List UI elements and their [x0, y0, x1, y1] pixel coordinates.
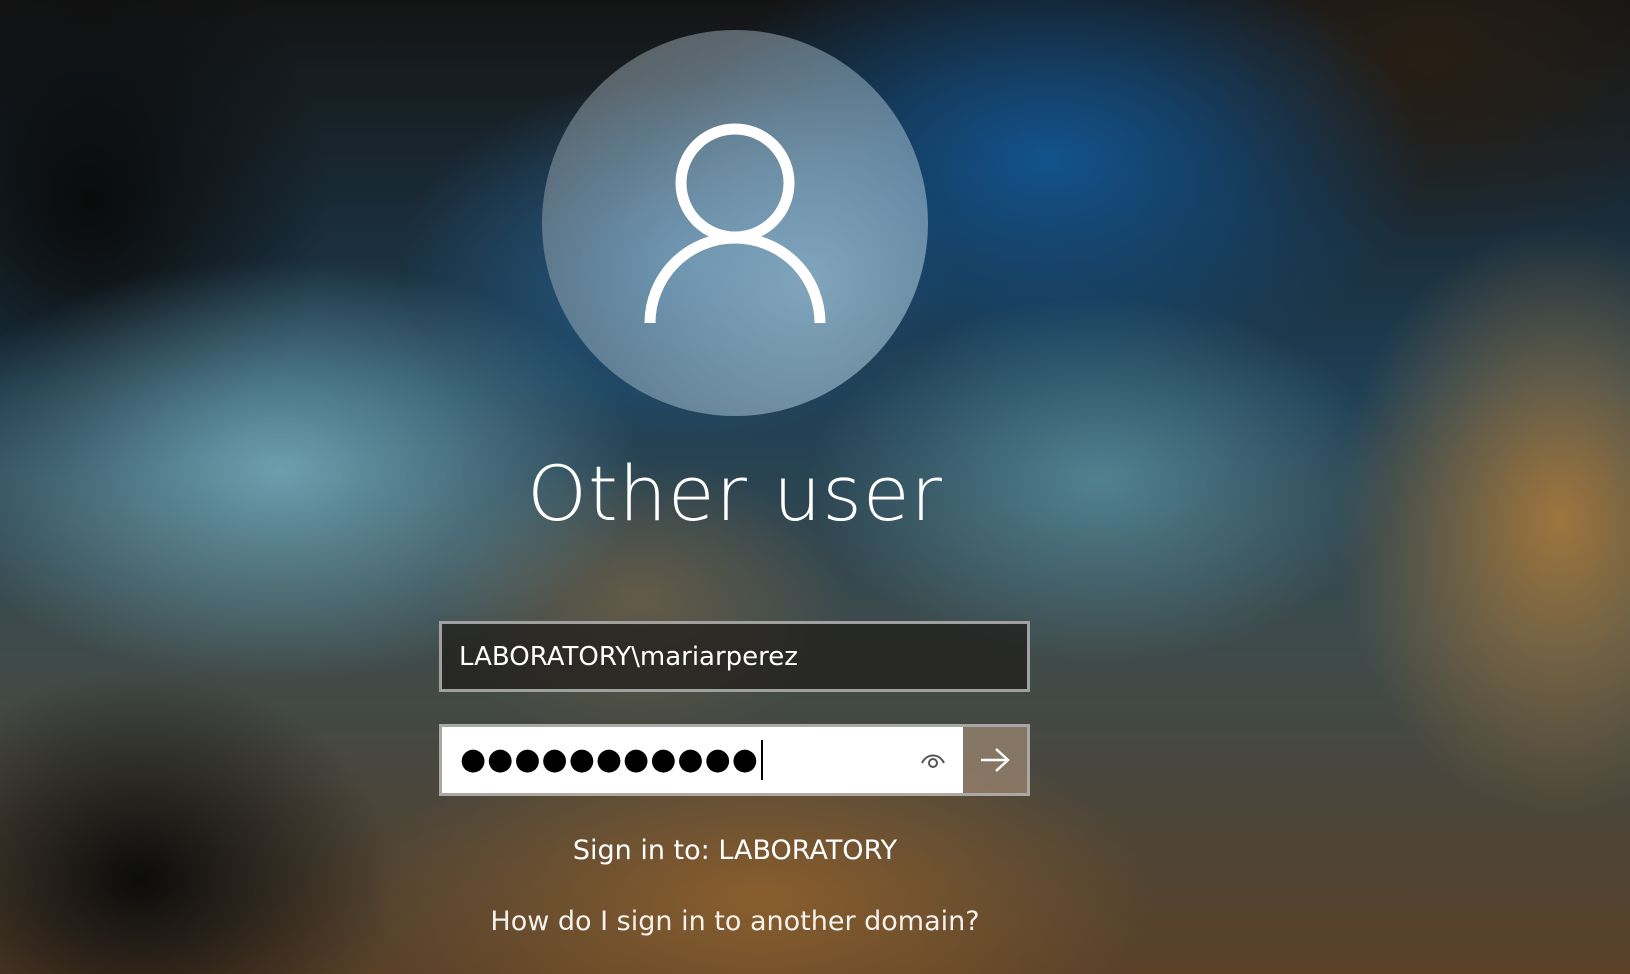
submit-button[interactable]: [963, 727, 1027, 793]
sign-in-domain-label: Sign in to: LABORATORY: [572, 835, 898, 866]
arrow-right-icon: [981, 748, 1010, 772]
password-row: ●●●●●●●●●●●: [439, 724, 1030, 796]
eye-icon[interactable]: [919, 750, 947, 770]
username-value: LABORATORY\mariarperez: [459, 641, 798, 672]
password-masked-value: ●●●●●●●●●●●: [460, 742, 759, 777]
password-field[interactable]: ●●●●●●●●●●●: [442, 727, 963, 793]
username-field[interactable]: LABORATORY\mariarperez: [439, 621, 1030, 692]
other-domain-help-link[interactable]: How do I sign in to another domain?: [0, 906, 1470, 937]
user-silhouette-icon: [644, 123, 826, 324]
text-caret: [760, 740, 763, 780]
user-avatar: [542, 30, 928, 416]
account-name: Other user: [527, 449, 943, 538]
